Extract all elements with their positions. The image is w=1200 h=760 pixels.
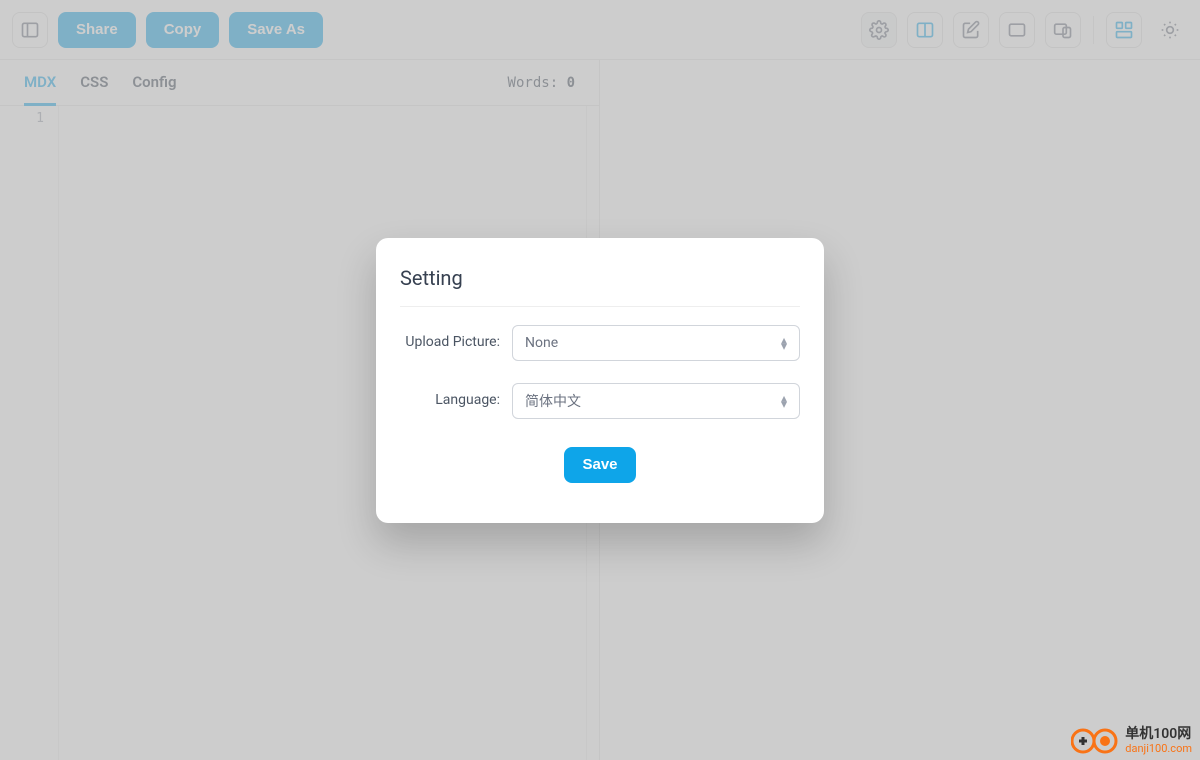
chevron-up-down-icon: ▴▾ (781, 337, 787, 349)
settings-modal: Setting Upload Picture: None ▴▾ Language… (376, 238, 824, 523)
upload-picture-row: Upload Picture: None ▴▾ (400, 325, 800, 361)
modal-save-button[interactable]: Save (564, 447, 635, 483)
chevron-up-down-icon: ▴▾ (781, 395, 787, 407)
upload-picture-select[interactable]: None ▴▾ (512, 325, 800, 361)
modal-title: Setting (400, 266, 800, 307)
language-select[interactable]: 简体中文 ▴▾ (512, 383, 800, 419)
language-value: 简体中文 (525, 391, 581, 411)
modal-overlay[interactable]: Setting Upload Picture: None ▴▾ Language… (0, 0, 1200, 760)
upload-picture-label: Upload Picture: (400, 333, 500, 351)
language-row: Language: 简体中文 ▴▾ (400, 383, 800, 419)
language-label: Language: (400, 391, 500, 409)
upload-picture-value: None (525, 335, 558, 351)
